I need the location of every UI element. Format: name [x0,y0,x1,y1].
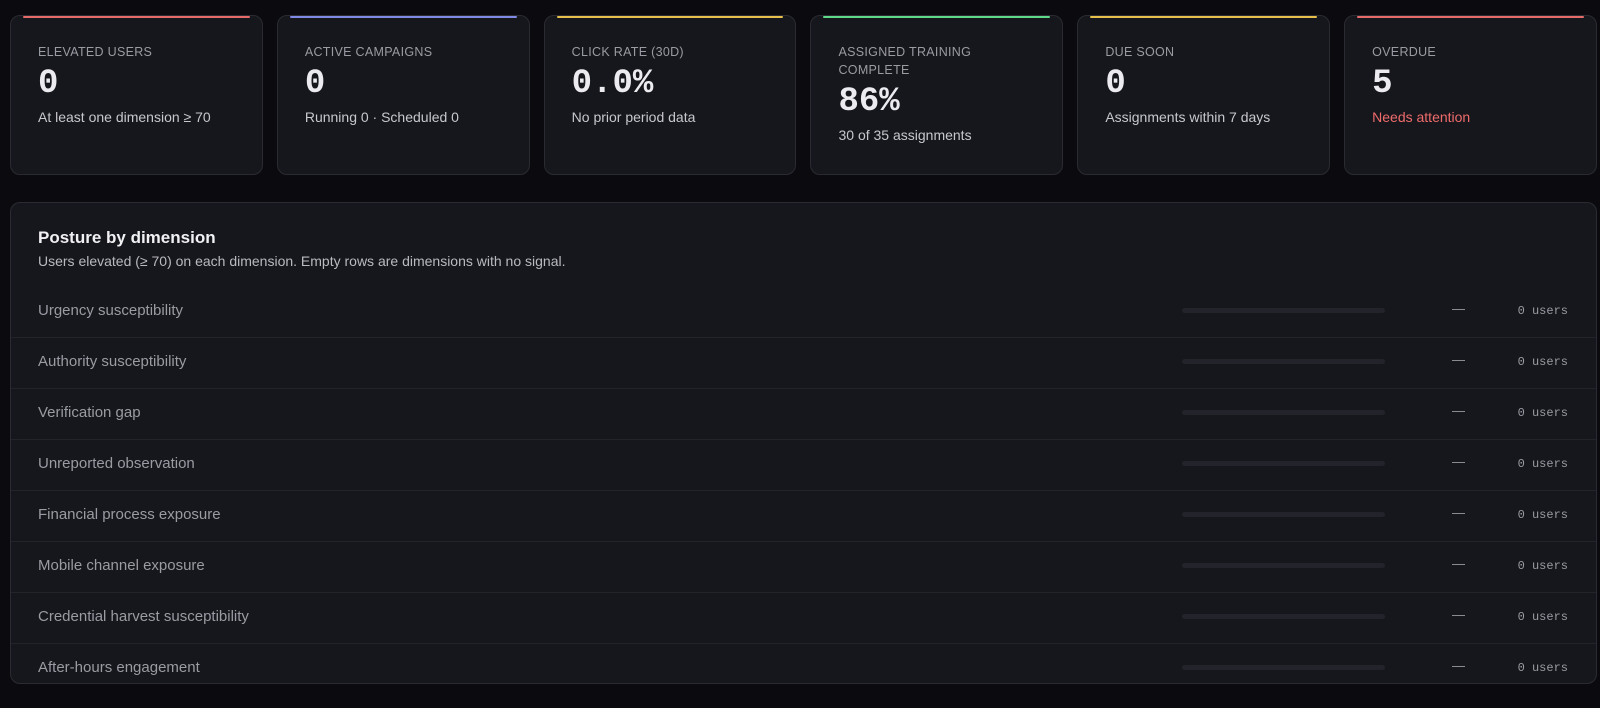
kpi-subtext: No prior period data [571,109,696,125]
dimension-score: — [1452,403,1465,418]
kpi-accent-bar [289,16,517,18]
dimension-user-count: 0 users [1517,355,1568,369]
dimension-user-count: 0 users [1517,559,1568,573]
dimension-row[interactable]: Financial process exposure — 0 users [11,491,1596,542]
kpi-card-click-rate[interactable]: CLICK RATE (30D) 0.0% No prior period da… [543,15,797,175]
dimension-score: — [1452,556,1465,571]
dimension-user-count: 0 users [1517,508,1568,522]
kpi-subtext: Running 0 · Scheduled 0 [304,109,459,125]
kpi-label: ASSIGNED TRAINING COMPLETE [838,45,972,77]
dimension-name: After-hours engagement [38,659,200,676]
kpi-value: 86% [838,83,900,121]
dimension-row[interactable]: Authority susceptibility — 0 users [11,338,1596,389]
dimension-score: — [1452,658,1465,673]
kpi-subtext: 30 of 35 assignments [838,127,972,143]
kpi-card-training-complete[interactable]: ASSIGNED TRAINING COMPLETE 86% 30 of 35 … [810,15,1064,175]
kpi-value: 0.0% [571,65,654,103]
dimension-row[interactable]: Credential harvest susceptibility — 0 us… [11,593,1596,644]
dimension-bar [1182,665,1385,670]
kpi-value: 0 [304,65,326,103]
dimension-score: — [1452,505,1465,520]
dimension-score: — [1452,301,1465,316]
kpi-card-active-campaigns[interactable]: ACTIVE CAMPAIGNS 0 Running 0 · Scheduled… [276,15,530,175]
dimension-user-count: 0 users [1517,457,1568,471]
dimension-name: Mobile channel exposure [38,557,205,574]
kpi-subtext: Needs attention [1372,109,1471,125]
dimension-bar [1182,614,1385,619]
kpi-label: CLICK RATE (30D) [571,45,684,59]
kpi-card-overdue[interactable]: OVERDUE 5 Needs attention [1344,15,1597,175]
kpi-label: DUE SOON [1105,45,1175,59]
dimension-name: Verification gap [38,404,141,421]
dimension-row[interactable]: Unreported observation — 0 users [11,440,1596,491]
kpi-card-elevated-users[interactable]: ELEVATED USERS 0 At least one dimension … [10,15,263,175]
dimension-list: Urgency susceptibility — 0 users Authori… [11,287,1596,683]
kpi-accent-bar [1090,16,1318,18]
kpi-value: 0 [38,65,59,103]
dimension-name: Authority susceptibility [38,353,187,370]
kpi-accent-bar [23,16,250,18]
kpi-subtext: Assignments within 7 days [1105,109,1271,125]
kpi-accent-bar [1357,16,1584,18]
dimension-bar [1182,308,1385,313]
dimension-bar [1182,512,1385,517]
dimension-name: Credential harvest susceptibility [38,608,249,625]
kpi-value: 5 [1372,65,1393,103]
panel-title: Posture by dimension [38,228,216,247]
kpi-accent-bar [823,16,1051,18]
dimension-name: Financial process exposure [38,506,221,523]
kpi-label: ACTIVE CAMPAIGNS [304,45,433,59]
dimension-bar [1182,563,1385,568]
dimension-row[interactable]: Mobile channel exposure — 0 users [11,542,1596,593]
kpi-label: ELEVATED USERS [38,45,153,59]
kpi-accent-bar [556,16,784,18]
dimension-user-count: 0 users [1517,610,1568,624]
dimension-score: — [1452,352,1465,367]
dimension-row[interactable]: Urgency susceptibility — 0 users [11,287,1596,338]
dimension-bar [1182,410,1385,415]
dimension-bar [1182,461,1385,466]
dimension-row[interactable]: Verification gap — 0 users [11,389,1596,440]
kpi-row: ELEVATED USERS 0 At least one dimension … [10,15,1597,175]
dimension-user-count: 0 users [1517,406,1568,420]
dimension-name: Urgency susceptibility [38,302,184,319]
posture-panel: Posture by dimension Users elevated (≥ 7… [10,202,1597,684]
kpi-label: OVERDUE [1372,45,1437,59]
dimension-name: Unreported observation [38,455,195,472]
dimension-score: — [1452,454,1465,469]
kpi-value: 0 [1105,65,1126,103]
kpi-subtext: At least one dimension ≥ 70 [38,109,211,125]
dimension-row[interactable]: After-hours engagement — 0 users [11,644,1596,683]
panel-description: Users elevated (≥ 70) on each dimension.… [38,253,566,269]
kpi-card-due-soon[interactable]: DUE SOON 0 Assignments within 7 days [1077,15,1331,175]
dimension-user-count: 0 users [1517,661,1568,675]
dimension-bar [1182,359,1385,364]
dimension-score: — [1452,607,1465,622]
dimension-user-count: 0 users [1517,304,1568,318]
